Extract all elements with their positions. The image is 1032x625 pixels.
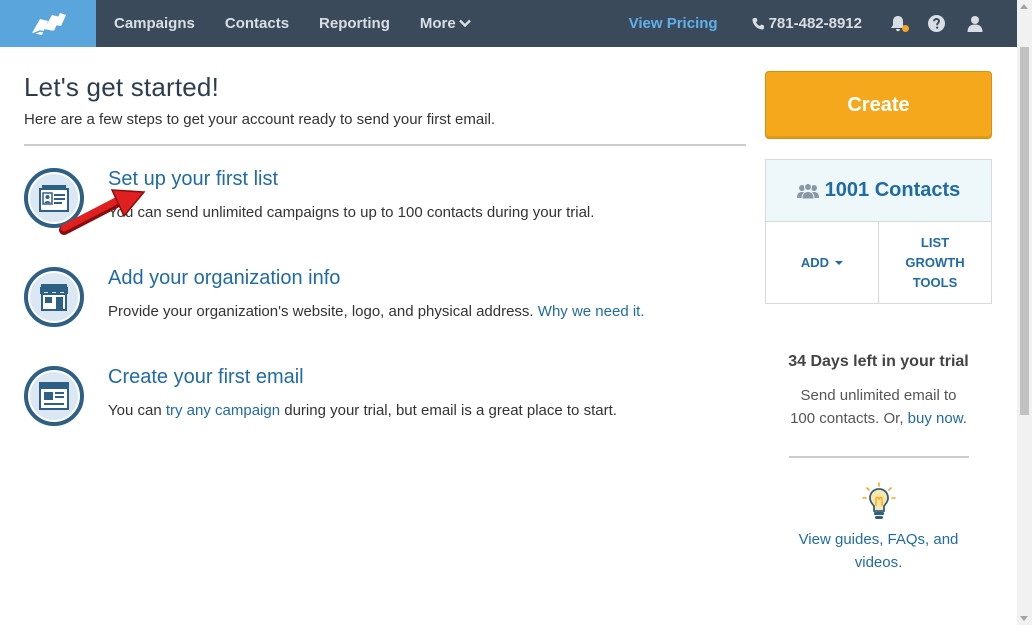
nav-contacts[interactable]: Contacts: [225, 15, 289, 32]
try-any-campaign-link[interactable]: try any campaign: [166, 402, 280, 419]
view-pricing-link[interactable]: View Pricing: [629, 15, 718, 32]
step-first-email-title[interactable]: Create your first email: [108, 366, 304, 389]
help-icon: [928, 15, 945, 32]
trial-days-left: 34 Days left in your trial: [788, 353, 969, 370]
account-button[interactable]: [967, 15, 983, 32]
phone-number: 781-482-8912: [752, 15, 862, 32]
view-guides-link[interactable]: View guides, FAQs, and videos.: [765, 528, 992, 574]
help-button[interactable]: [928, 15, 945, 32]
step-first-list-desc: You can send unlimited campaigns to up t…: [108, 204, 595, 221]
email-template-icon: [39, 382, 69, 410]
add-contacts-dropdown[interactable]: ADD: [766, 222, 879, 303]
divider: [24, 144, 746, 146]
contacts-count-link[interactable]: 1001 Contacts: [766, 160, 991, 222]
logo-icon: [29, 12, 66, 36]
top-nav: Campaigns Contacts Reporting More View P…: [0, 0, 1017, 47]
lightbulb-icon-wrap: [861, 482, 897, 522]
scroll-up-arrow[interactable]: [1020, 4, 1028, 9]
chevron-down-icon: [458, 19, 471, 28]
page-subtitle: Here are a few steps to get your account…: [24, 111, 496, 128]
lightbulb-icon: [861, 482, 896, 519]
list-growth-tools-button[interactable]: LIST GROWTH TOOLS: [879, 222, 991, 303]
scroll-down-arrow[interactable]: [1020, 616, 1028, 621]
user-icon: [967, 16, 983, 32]
step-first-email-desc: You can try any campaign during your tri…: [108, 402, 617, 419]
step-org-info-desc: Provide your organization's website, log…: [108, 303, 645, 320]
contacts-group-icon: [796, 182, 819, 199]
red-arrow-annotation: [59, 189, 146, 235]
create-button[interactable]: Create: [765, 71, 992, 139]
sidebar-divider: [788, 456, 969, 458]
email-step-icon-badge[interactable]: [24, 366, 84, 426]
logo[interactable]: [0, 0, 96, 47]
scroll-thumb[interactable]: [1020, 47, 1029, 415]
right-sidebar: Create 1001 Contacts ADD LIST GROWTH TOO…: [765, 71, 992, 574]
nav-reporting[interactable]: Reporting: [319, 15, 390, 32]
main-content: Let's get started! Here are a few steps …: [24, 72, 746, 426]
storefront-icon: [40, 284, 68, 311]
step-org-info-title[interactable]: Add your organization info: [108, 267, 340, 290]
org-step-icon-badge[interactable]: [24, 267, 84, 327]
trial-description: Send unlimited email to 100 contacts. Or…: [790, 387, 967, 427]
contacts-count: 1001 Contacts: [824, 179, 961, 201]
contacts-panel: 1001 Contacts ADD LIST GROWTH TOOLS: [765, 159, 992, 304]
caret-down-icon: [835, 260, 844, 265]
nav-campaigns[interactable]: Campaigns: [114, 15, 195, 32]
scrollbar[interactable]: [1017, 0, 1032, 625]
nav-more[interactable]: More: [420, 15, 471, 32]
phone-icon: [752, 18, 764, 30]
page-title: Let's get started!: [24, 72, 220, 102]
notification-badge: [902, 25, 909, 32]
contacts-actions: ADD LIST GROWTH TOOLS: [766, 222, 991, 303]
notifications-button[interactable]: [890, 15, 909, 32]
buy-now-link[interactable]: buy now.: [908, 410, 967, 427]
why-we-need-it-link[interactable]: Why we need it.: [538, 303, 645, 320]
